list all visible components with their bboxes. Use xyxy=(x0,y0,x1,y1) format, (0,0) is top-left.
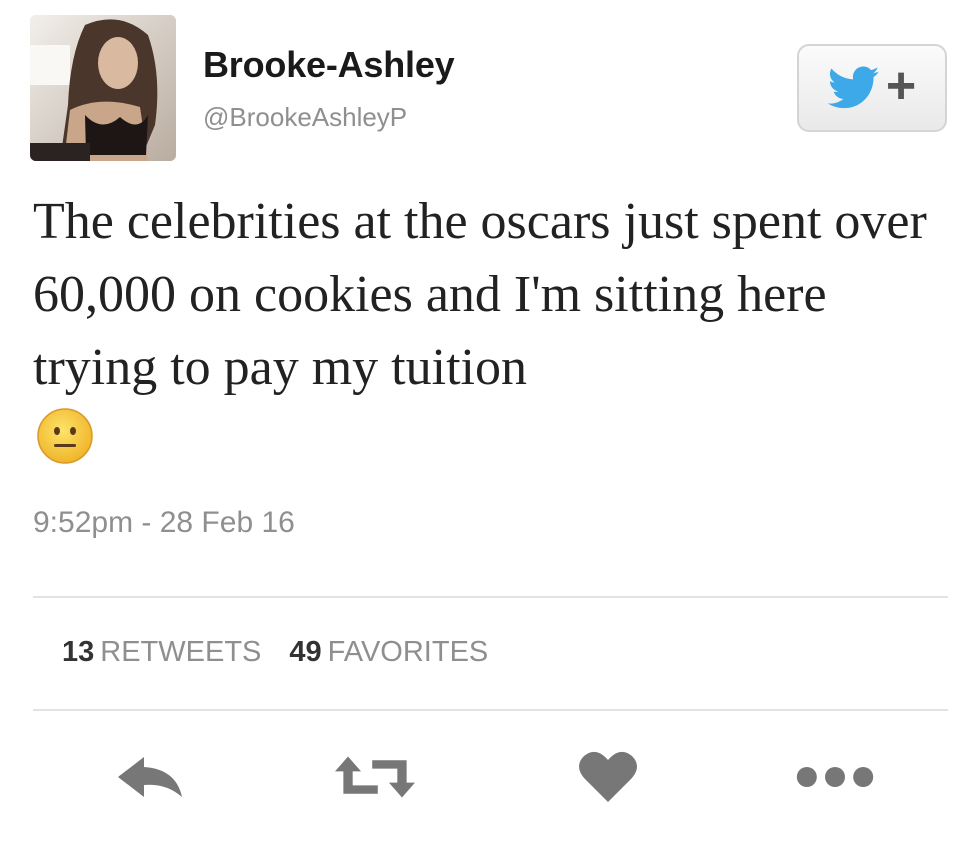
retweets-label: RETWEETS xyxy=(100,636,262,668)
more-icon xyxy=(796,767,874,787)
divider xyxy=(33,709,948,711)
avatar-photo xyxy=(30,15,176,161)
retweet-icon xyxy=(335,756,415,798)
favorites-stat[interactable]: 49 FAVORITES xyxy=(289,636,488,669)
tweet-text: The celebrities at the oscars just spent… xyxy=(33,193,927,396)
twitter-bird-icon xyxy=(827,66,879,109)
tweet-stats: 13 RETWEETS 49 FAVORITES xyxy=(62,636,488,669)
heart-icon xyxy=(579,751,637,802)
divider xyxy=(33,596,948,598)
favorites-label: FAVORITES xyxy=(327,636,489,668)
retweets-count: 13 xyxy=(62,636,95,668)
follow-plus-label: + xyxy=(885,57,917,115)
display-name[interactable]: Brooke-Ashley xyxy=(203,44,455,86)
avatar[interactable] xyxy=(30,15,176,161)
follow-button[interactable]: + xyxy=(797,44,947,132)
neutral-face-emoji xyxy=(37,408,93,464)
user-handle[interactable]: @BrookeAshleyP xyxy=(203,102,407,133)
favorite-button[interactable] xyxy=(568,745,648,809)
more-options-button[interactable] xyxy=(795,745,875,809)
reply-icon xyxy=(118,757,182,797)
reply-button[interactable] xyxy=(110,745,190,809)
favorites-count: 49 xyxy=(289,636,322,668)
retweets-stat[interactable]: 13 RETWEETS xyxy=(62,636,261,669)
tweet-timestamp[interactable]: 9:52pm - 28 Feb 16 xyxy=(33,506,295,540)
retweet-button[interactable] xyxy=(335,745,415,809)
